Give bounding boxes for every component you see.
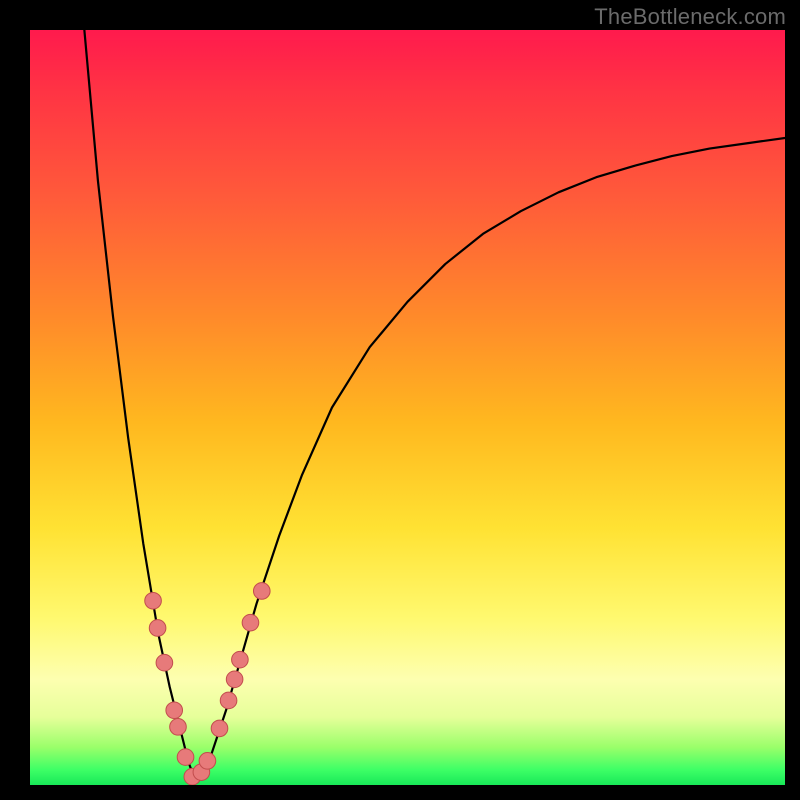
watermark-text: TheBottleneck.com: [594, 4, 786, 30]
data-marker: [170, 719, 187, 736]
chart-svg: [30, 30, 785, 785]
data-marker: [242, 614, 259, 631]
data-marker: [211, 720, 228, 737]
data-marker: [232, 651, 249, 668]
data-marker: [226, 671, 243, 688]
data-marker: [149, 620, 166, 637]
chart-frame: TheBottleneck.com: [0, 0, 800, 800]
data-marker: [220, 692, 237, 709]
data-marker: [145, 592, 162, 609]
data-marker: [199, 753, 216, 770]
data-markers: [145, 583, 270, 785]
plot-area: [30, 30, 785, 785]
data-marker: [166, 702, 183, 719]
data-marker: [156, 654, 173, 671]
data-marker: [177, 749, 194, 766]
data-marker: [253, 583, 270, 600]
bottleneck-curve: [84, 30, 785, 783]
